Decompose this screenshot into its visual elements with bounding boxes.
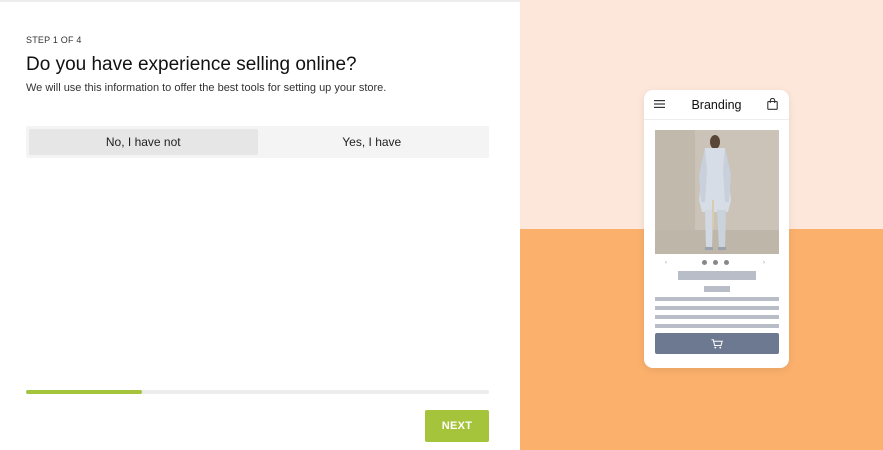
cart-icon xyxy=(711,338,723,348)
next-button[interactable]: NEXT xyxy=(425,410,489,442)
progress-fill xyxy=(26,390,142,394)
product-image xyxy=(655,130,779,254)
product-title-placeholder xyxy=(678,271,756,280)
question-title: Do you have experience selling online? xyxy=(26,54,357,75)
hamburger-icon xyxy=(654,100,665,108)
question-description: We will use this information to offer th… xyxy=(26,82,387,94)
option-yes[interactable]: Yes, I have xyxy=(258,129,487,155)
description-line-placeholder xyxy=(655,324,779,328)
product-price-placeholder xyxy=(704,286,730,292)
product-photo-illustration xyxy=(655,130,779,254)
store-name: Branding xyxy=(691,97,742,112)
carousel-dots xyxy=(702,260,729,265)
progress-bar xyxy=(26,390,489,394)
carousel-prev-icon[interactable]: ‹ xyxy=(665,260,667,266)
description-line-placeholder xyxy=(655,297,779,301)
add-to-cart-button[interactable] xyxy=(655,333,779,354)
option-no[interactable]: No, I have not xyxy=(29,129,258,155)
phone-mockup: Branding ‹ › xyxy=(644,90,789,368)
carousel-dot[interactable] xyxy=(702,260,707,265)
phone-header: Branding xyxy=(644,90,789,119)
shopping-bag-icon xyxy=(767,98,778,110)
onboarding-panel: STEP 1 OF 4 Do you have experience selli… xyxy=(0,0,520,450)
store-preview-panel: Branding ‹ › xyxy=(520,0,883,450)
experience-toggle: No, I have not Yes, I have xyxy=(26,126,489,158)
header-divider xyxy=(644,119,789,120)
step-indicator: STEP 1 OF 4 xyxy=(26,35,82,45)
description-line-placeholder xyxy=(655,315,779,319)
carousel-next-icon[interactable]: › xyxy=(763,260,765,266)
carousel-dot[interactable] xyxy=(724,260,729,265)
carousel-dot[interactable] xyxy=(713,260,718,265)
description-line-placeholder xyxy=(655,306,779,310)
